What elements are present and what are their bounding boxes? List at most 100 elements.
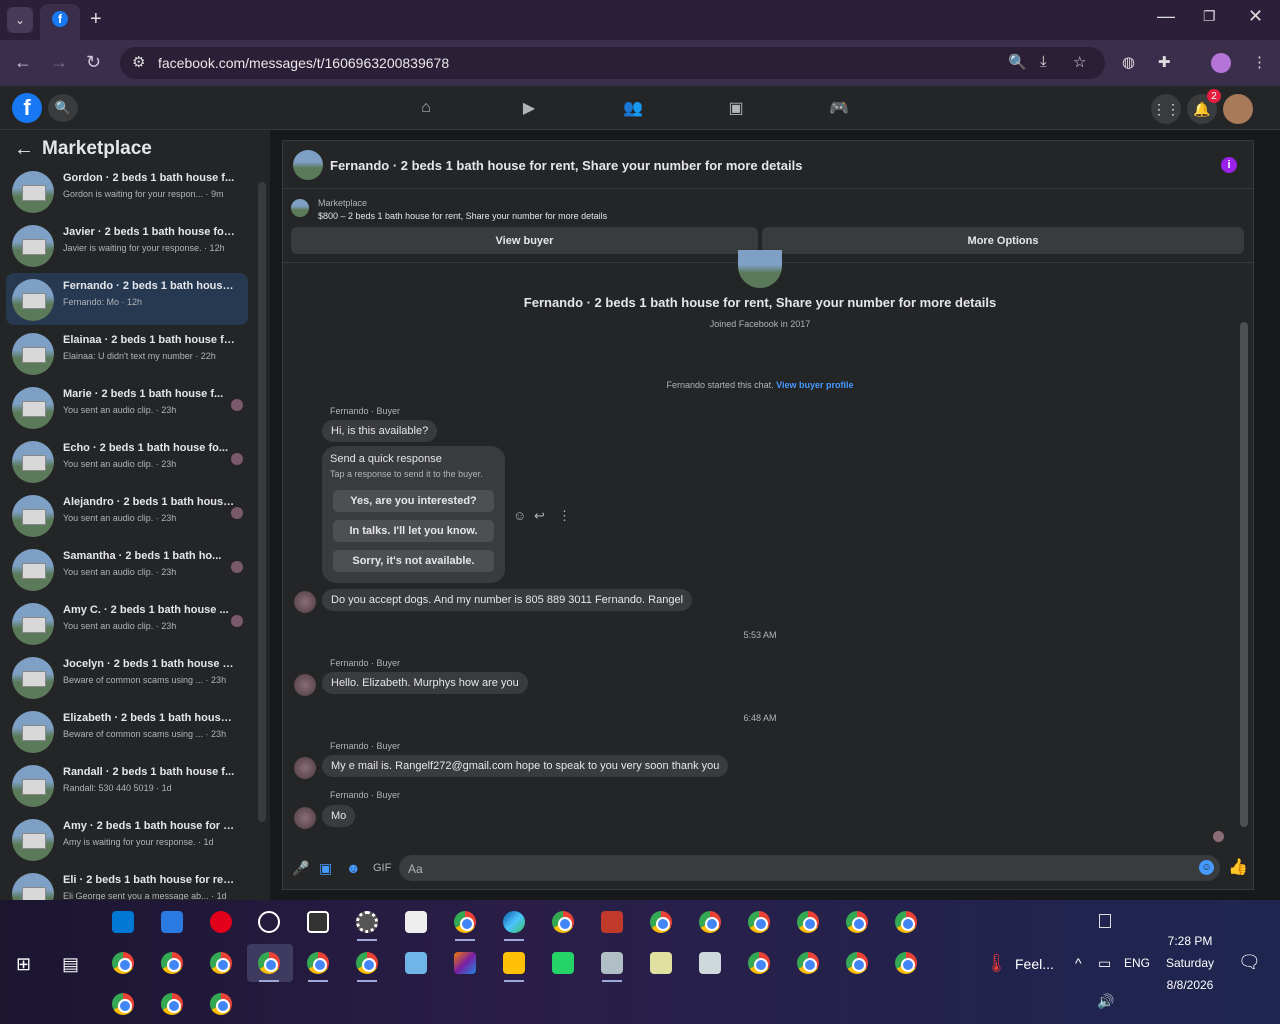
info-icon[interactable]: i	[1221, 157, 1237, 173]
clock-date[interactable]: 8/8/2026	[1160, 978, 1220, 992]
window-restore-button[interactable]: ❐	[1203, 8, 1216, 25]
opera-icon[interactable]	[210, 911, 232, 933]
new-tab-button[interactable]: +	[90, 8, 102, 31]
chrome-profile-icon[interactable]	[748, 911, 770, 933]
gaming-icon[interactable]: 🎮	[824, 96, 854, 120]
quick-reply-sorry-button[interactable]: Sorry, it's not available.	[333, 550, 494, 572]
back-arrow-icon[interactable]: ←	[14, 52, 32, 73]
conversation-item[interactable]: Marie · 2 beds 1 bath house f... You sent…	[6, 381, 248, 433]
more-actions-icon[interactable]: ⋮	[558, 508, 571, 524]
chrome-profile-icon[interactable]	[797, 911, 819, 933]
chrome-profile-icon[interactable]	[895, 952, 917, 974]
remote-app-icon[interactable]	[601, 952, 623, 974]
message-bubble[interactable]: My e mail is. Rangelf272@gmail.com hope …	[322, 755, 729, 777]
conversation-item[interactable]: Gordon · 2 beds 1 bath house f... Gordon …	[6, 165, 248, 217]
message-bubble[interactable]: Hi, is this available?	[322, 420, 438, 442]
chart-app-icon[interactable]	[650, 952, 672, 974]
chrome-profile-icon[interactable]	[846, 952, 868, 974]
menu-grid-icon[interactable]: ⋮⋮	[1151, 94, 1181, 124]
snipping-tool-icon[interactable]	[601, 911, 623, 933]
account-avatar[interactable]	[1223, 94, 1253, 124]
gif-icon[interactable]: GIF	[373, 862, 391, 874]
task-view-icon[interactable]: ▤	[62, 954, 79, 975]
chrome-profile-icon[interactable]	[748, 952, 770, 974]
edge-icon[interactable]	[503, 911, 525, 933]
chrome-icon[interactable]	[454, 911, 476, 933]
home-icon[interactable]: ⌂	[411, 96, 441, 120]
conversation-item[interactable]: Amy · 2 beds 1 bath house for r... Amy is…	[6, 813, 248, 865]
chrome-profile-icon[interactable]	[210, 952, 232, 974]
message-bubble[interactable]: Do you accept dogs. And my number is 805…	[322, 589, 693, 611]
conversation-item[interactable]: Javier · 2 beds 1 bath house for ... Javi…	[6, 219, 248, 271]
network-icon[interactable]: ▭	[1098, 955, 1111, 972]
window-minimize-button[interactable]: —	[1157, 6, 1175, 27]
conversation-item[interactable]: Fernando · 2 beds 1 bath house ... Fernan…	[6, 273, 248, 325]
chrome-profile-icon[interactable]	[161, 952, 183, 974]
chrome-profile-icon[interactable]	[210, 993, 232, 1015]
weather-widget-label[interactable]: Feel...	[1015, 956, 1054, 972]
security-shield-icon[interactable]	[307, 911, 329, 933]
quick-reply-yes-button[interactable]: Yes, are you interested?	[333, 490, 494, 512]
language-indicator[interactable]: ENG	[1124, 956, 1150, 970]
extensions-puzzle-icon[interactable]: ✚	[1158, 53, 1171, 71]
profile-avatar-icon[interactable]	[1211, 53, 1231, 73]
search-icon[interactable]: 🔍	[48, 94, 78, 122]
chrome-profile-icon[interactable]	[307, 952, 329, 974]
tab-search-chevron-icon[interactable]: ⌄	[7, 7, 33, 33]
video-icon[interactable]: ▶	[514, 96, 544, 120]
chrome-profile-icon[interactable]	[650, 911, 672, 933]
chrome-profile-icon[interactable]	[797, 952, 819, 974]
sticker-icon[interactable]: ☻	[346, 860, 361, 876]
photo-icon[interactable]: ▣	[319, 860, 332, 877]
whatsapp-icon[interactable]	[552, 952, 574, 974]
chrome-profile-icon[interactable]	[356, 952, 378, 974]
tray-overflow-chevron-icon[interactable]: ^	[1075, 955, 1082, 971]
clock-day[interactable]: Saturday	[1160, 956, 1220, 970]
friends-icon[interactable]: 👥	[618, 96, 648, 120]
thermometer-icon[interactable]: 🌡	[985, 953, 1008, 974]
view-buyer-profile-link[interactable]: View buyer profile	[776, 380, 853, 390]
conversation-item[interactable]: Randall · 2 beds 1 bath house f... Randal…	[6, 759, 248, 811]
facebook-logo-icon[interactable]: f	[12, 93, 42, 123]
message-input[interactable]	[399, 855, 1220, 881]
back-arrow-icon[interactable]: ←	[14, 138, 34, 161]
tray-app-icon[interactable]	[1099, 914, 1111, 928]
windows-start-icon[interactable]: ⊞	[16, 954, 31, 975]
chrome-profile-icon[interactable]	[846, 911, 868, 933]
conversation-item[interactable]: Elainaa · 2 beds 1 bath house fo... Elain…	[6, 327, 248, 379]
thumbs-up-icon[interactable]: 👍	[1228, 857, 1248, 877]
url-text[interactable]: facebook.com/messages/t/1606963200839678	[158, 55, 449, 71]
chat-scrollbar[interactable]	[1240, 322, 1248, 827]
conversation-item[interactable]: Amy C. · 2 beds 1 bath house ... You sent…	[6, 597, 248, 649]
emoji-icon[interactable]: ☺	[1199, 860, 1214, 875]
copilot-icon[interactable]	[454, 952, 476, 974]
install-app-icon[interactable]: ⤓	[1040, 53, 1047, 70]
marketplace-listing-thumbnail[interactable]	[291, 199, 309, 217]
notepad-icon[interactable]	[405, 952, 427, 974]
message-bubble[interactable]: Mo	[322, 805, 356, 827]
notification-center-icon[interactable]: 🗨	[1238, 952, 1261, 973]
remote-desktop-icon[interactable]	[161, 911, 183, 933]
zoom-icon[interactable]: 🔍	[1008, 53, 1027, 71]
buyer-avatar[interactable]	[294, 591, 316, 613]
sidebar-scrollbar[interactable]	[258, 182, 266, 822]
react-emoji-icon[interactable]: ☺	[513, 508, 526, 523]
store-icon[interactable]	[112, 911, 134, 933]
buyer-avatar[interactable]	[294, 807, 316, 829]
chatgpt-icon[interactable]	[258, 911, 280, 933]
chrome-profile-icon[interactable]	[161, 993, 183, 1015]
chrome-profile-icon[interactable]	[895, 911, 917, 933]
listing-title[interactable]: $800 – 2 beds 1 bath house for rent, Sha…	[318, 211, 607, 221]
contacts-app-icon[interactable]	[699, 952, 721, 974]
forward-arrow-icon[interactable]: →	[50, 52, 68, 73]
conversation-item[interactable]: Echo · 2 beds 1 bath house fo... You sent…	[6, 435, 248, 487]
conversation-item[interactable]: Eli · 2 beds 1 bath house for ren... Eli …	[6, 867, 248, 900]
chrome-profile-icon[interactable]	[112, 993, 134, 1015]
browser-menu-icon[interactable]: ⋮	[1252, 53, 1267, 71]
more-options-button[interactable]: More Options	[762, 227, 1244, 254]
reply-arrow-icon[interactable]: ↩	[534, 508, 545, 524]
chrome-profile-icon[interactable]	[699, 911, 721, 933]
quick-reply-in-talks-button[interactable]: In talks. I'll let you know.	[333, 520, 494, 542]
bookmark-star-icon[interactable]: ☆	[1073, 53, 1086, 71]
globe-extension-icon[interactable]: ◍	[1122, 53, 1135, 71]
